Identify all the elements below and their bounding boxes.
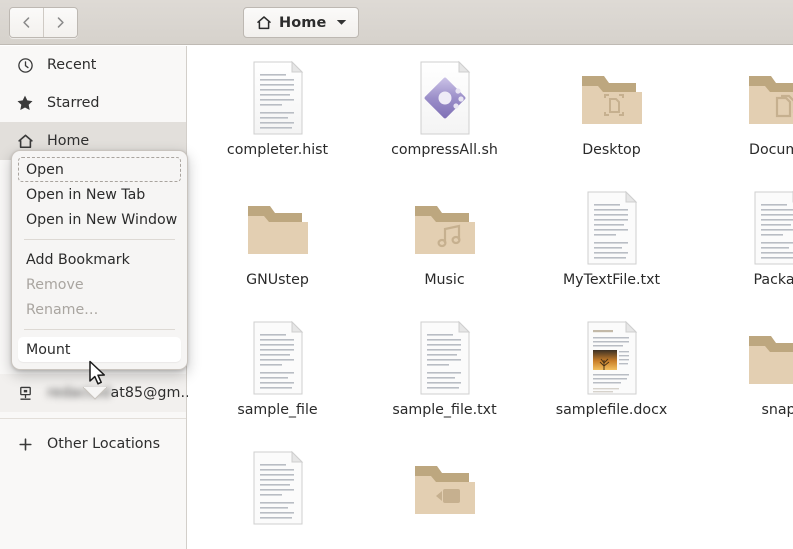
pathbar-label: Home	[279, 14, 327, 31]
sidebar-item-label: Starred	[47, 95, 100, 111]
menu-item-label: Open	[26, 161, 64, 178]
file-item[interactable]: samplefile.docx	[528, 318, 695, 448]
star-icon	[16, 94, 34, 112]
file-name: Music	[424, 272, 465, 288]
menu-item-label: Rename…	[26, 301, 99, 318]
menu-item-open-in-new-window[interactable]: Open in New Window	[18, 207, 181, 232]
back-button[interactable]	[10, 8, 43, 37]
menu-item-label: Open in New Tab	[26, 186, 146, 203]
file-item[interactable]: snap	[695, 318, 793, 448]
file-item[interactable]: sample_file.txt	[361, 318, 528, 448]
text-file-icon	[240, 448, 316, 528]
menu-item-label: Add Bookmark	[26, 251, 130, 268]
folder-icon	[741, 318, 793, 398]
menu-item-remove: Remove	[18, 272, 181, 297]
folder-videos-icon	[407, 448, 483, 528]
file-name: Desktop	[582, 142, 641, 158]
file-name: sample_file.txt	[392, 402, 497, 418]
file-item[interactable]	[361, 448, 528, 549]
chevron-down-icon[interactable]	[336, 19, 347, 26]
chevron-left-icon	[20, 16, 33, 29]
sidebar-context-menu[interactable]: Open Open in New Tab Open in New Window …	[11, 150, 188, 370]
file-name: completer.hist	[226, 142, 329, 158]
sidebar-item-label: Recent	[47, 57, 97, 73]
clock-icon	[16, 56, 34, 74]
file-name: Docume	[749, 142, 793, 158]
file-name: sample_file	[237, 402, 318, 418]
navigation-button-group	[9, 7, 78, 38]
file-item[interactable]: compressAll.sh	[361, 58, 528, 188]
text-file-icon	[407, 318, 483, 398]
file-grid: completer.hist compressAll.sh Desktop Do…	[188, 46, 793, 549]
menu-item-label: Open in New Window	[26, 211, 178, 228]
text-file-icon	[574, 188, 650, 268]
visible-account-text: at85@gm…	[110, 385, 195, 401]
text-file-icon	[741, 188, 793, 268]
menu-item-rename: Rename…	[18, 297, 181, 322]
sidebar-item-starred[interactable]: Starred	[0, 84, 186, 122]
network-computer-icon	[16, 384, 34, 402]
sidebar-item-recent[interactable]: Recent	[0, 46, 186, 84]
file-item[interactable]: Music	[361, 188, 528, 318]
sidebar-item-label: Other Locations	[47, 436, 161, 452]
sidebar-account-label: redactedat85@gm…	[47, 385, 195, 401]
shell-script-icon	[407, 58, 483, 138]
text-file-icon	[240, 318, 316, 398]
forward-button[interactable]	[43, 8, 77, 37]
folder-music-icon	[407, 188, 483, 268]
header-bar: Home	[0, 0, 793, 45]
file-item[interactable]: completer.hist	[194, 58, 361, 188]
folder-desktop-icon	[574, 58, 650, 138]
menu-separator	[24, 329, 175, 330]
file-name: snap	[761, 402, 793, 418]
file-manager-window: Home Recent Starred Home redactedat85@gm…	[0, 0, 793, 549]
file-item[interactable]: Packag	[695, 188, 793, 318]
sidebar-divider	[0, 418, 186, 419]
file-name: Packag	[753, 272, 793, 288]
chevron-right-icon	[54, 16, 67, 29]
file-list-view[interactable]: completer.hist compressAll.sh Desktop Do…	[188, 46, 793, 549]
context-menu-tail	[81, 385, 109, 400]
menu-separator	[24, 239, 175, 240]
file-item[interactable]: sample_file	[194, 318, 361, 448]
word-file-icon	[574, 318, 650, 398]
file-item[interactable]: Desktop	[528, 58, 695, 188]
file-item[interactable]	[194, 448, 361, 549]
sidebar-item-other-locations[interactable]: Other Locations	[0, 425, 186, 463]
menu-item-mount[interactable]: Mount	[18, 337, 181, 362]
file-name: GNUstep	[246, 272, 309, 288]
file-name: samplefile.docx	[555, 402, 668, 418]
file-item[interactable]: MyTextFile.txt	[528, 188, 695, 318]
text-file-icon	[240, 58, 316, 138]
file-name: compressAll.sh	[391, 142, 498, 158]
menu-item-open[interactable]: Open	[18, 157, 181, 182]
sidebar-item-label: Home	[47, 133, 90, 149]
file-item[interactable]: GNUstep	[194, 188, 361, 318]
menu-item-label: Mount	[26, 341, 71, 358]
plus-icon	[16, 435, 34, 453]
file-item[interactable]: Docume	[695, 58, 793, 188]
home-icon	[256, 15, 272, 31]
pathbar-home-button[interactable]: Home	[243, 7, 360, 38]
menu-item-label: Remove	[26, 276, 84, 293]
home-icon	[16, 132, 34, 150]
folder-icon	[240, 188, 316, 268]
menu-item-add-bookmark[interactable]: Add Bookmark	[18, 247, 181, 272]
folder-documents-icon	[741, 58, 793, 138]
menu-item-open-in-new-tab[interactable]: Open in New Tab	[18, 182, 181, 207]
file-name: MyTextFile.txt	[562, 272, 661, 288]
